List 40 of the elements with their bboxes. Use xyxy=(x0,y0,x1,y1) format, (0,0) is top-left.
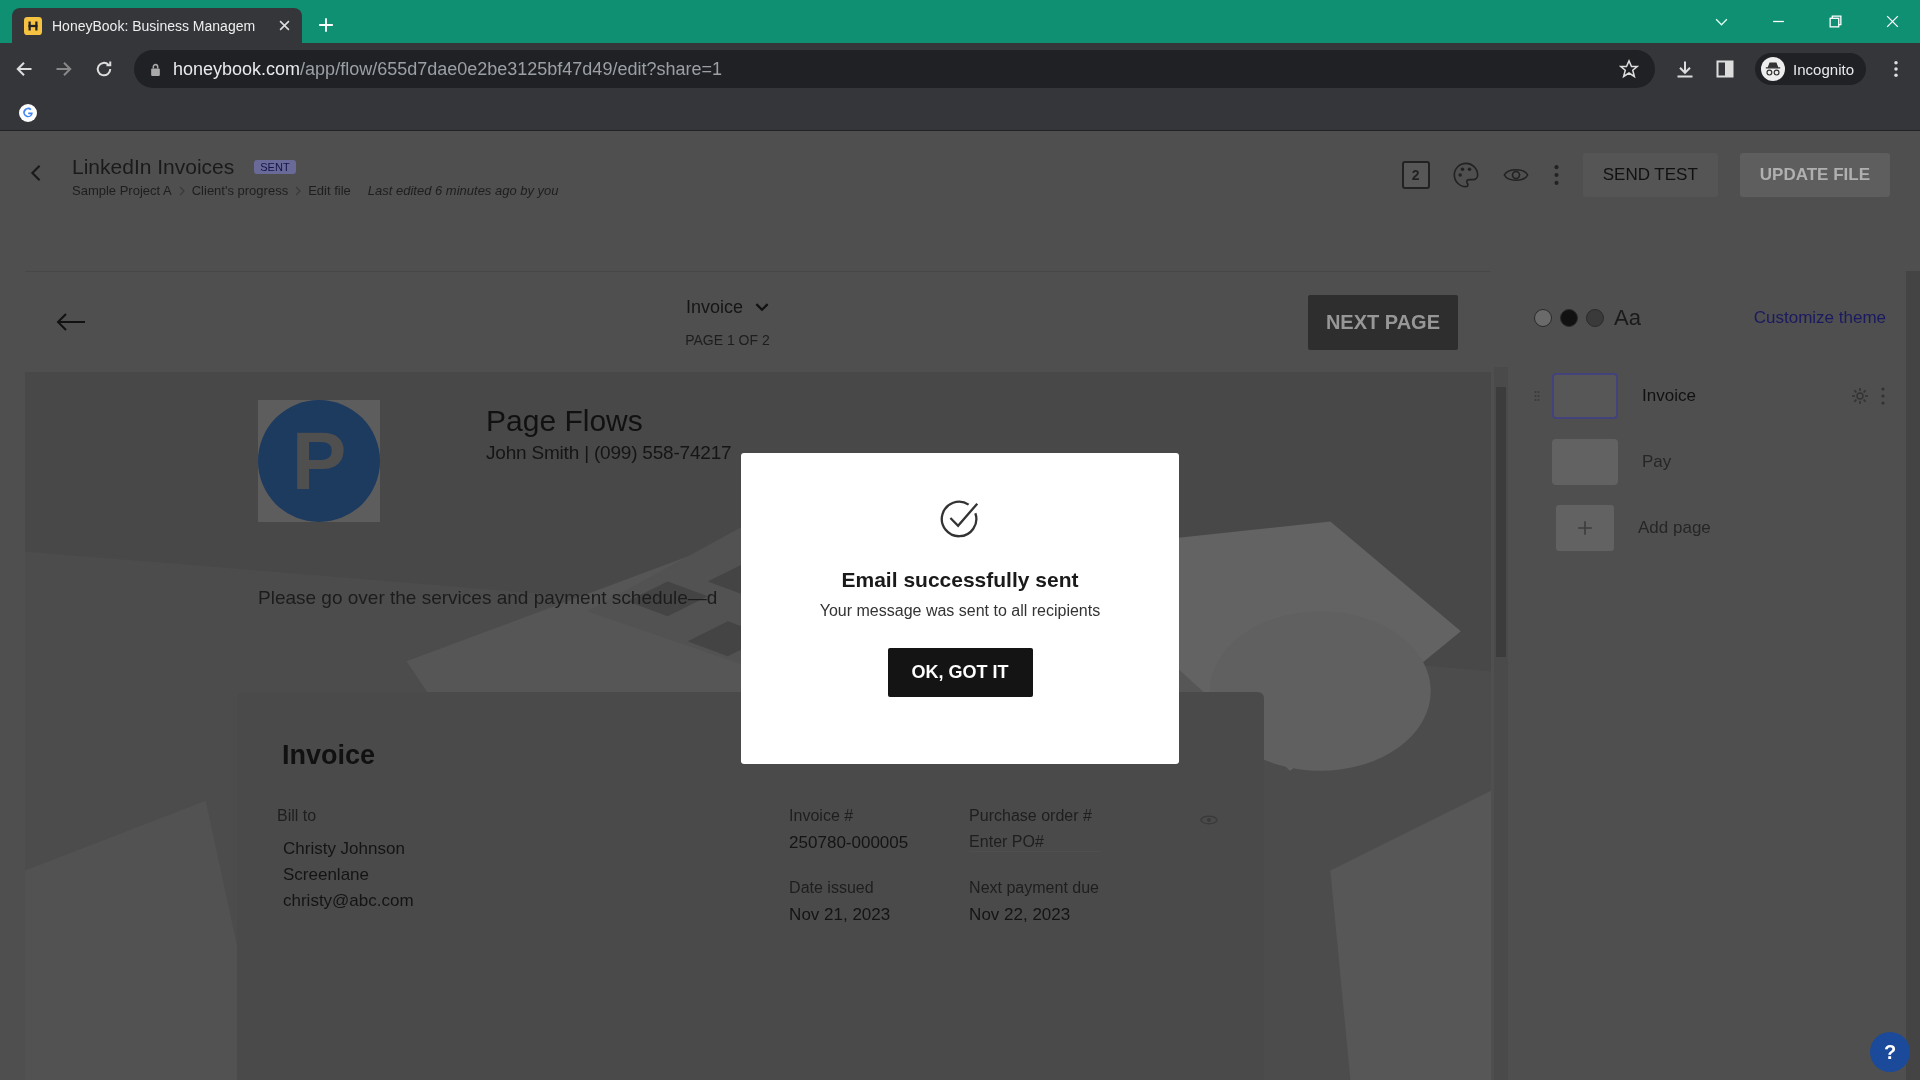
star-icon[interactable] xyxy=(1619,59,1640,79)
new-tab-icon[interactable] xyxy=(318,17,334,33)
palette-icon[interactable] xyxy=(1451,161,1480,189)
side-panel-icon[interactable] xyxy=(1715,59,1736,79)
page-name[interactable]: Invoice xyxy=(1642,386,1850,406)
back-arrow-icon[interactable] xyxy=(14,59,34,79)
plus-icon xyxy=(1577,520,1593,536)
lock-icon xyxy=(150,62,161,76)
update-file-button[interactable]: UPDATE FILE xyxy=(1739,153,1890,197)
back-chevron-icon[interactable] xyxy=(30,163,42,183)
caret-icon xyxy=(754,302,769,312)
page-thumbnail[interactable] xyxy=(1552,373,1618,419)
tab-title: HoneyBook: Business Managem xyxy=(52,17,257,34)
restore-icon[interactable] xyxy=(1828,14,1843,29)
forward-arrow-icon[interactable] xyxy=(54,59,74,79)
browser-tab[interactable]: HoneyBook: Business Managem xyxy=(12,8,302,43)
dialog-message: Your message was sent to all recipients xyxy=(819,602,1101,620)
next-page-button[interactable]: NEXT PAGE xyxy=(1307,294,1458,350)
reload-icon[interactable] xyxy=(94,59,114,79)
app-logo-icon xyxy=(24,16,42,35)
send-test-button[interactable]: SEND TEST xyxy=(1582,153,1718,197)
incognito-icon xyxy=(1761,57,1786,81)
help-button[interactable]: ? xyxy=(1870,1032,1910,1072)
dialog-title: Email successfully sent xyxy=(841,568,1079,592)
profile-button[interactable]: Incognito xyxy=(1755,53,1866,85)
settings-icon[interactable] xyxy=(1850,386,1870,406)
page-dropdown[interactable]: Invoice xyxy=(685,296,769,318)
company-name: Page Flows xyxy=(486,404,644,438)
invoice-title: Invoice xyxy=(282,740,376,771)
address-bar[interactable]: honeybook.com/app/flow/655d7dae0e2be3125bf47d49/edit?share=1 xyxy=(134,50,1656,88)
google-logo-icon[interactable] xyxy=(19,103,37,122)
theme-swatch[interactable] xyxy=(1534,309,1552,327)
close-icon[interactable] xyxy=(279,20,290,31)
add-page-button[interactable] xyxy=(1556,505,1614,551)
download-icon[interactable] xyxy=(1675,59,1696,79)
ok-button[interactable]: OK, GOT IT xyxy=(887,648,1033,697)
status-badge: SENT xyxy=(254,160,296,174)
theme-swatch[interactable] xyxy=(1560,309,1578,327)
url-text: honeybook.com/app/flow/655d7dae0e2be3125bf47d49/edit?share=1 xyxy=(173,58,723,80)
theme-swatch[interactable] xyxy=(1586,309,1604,327)
